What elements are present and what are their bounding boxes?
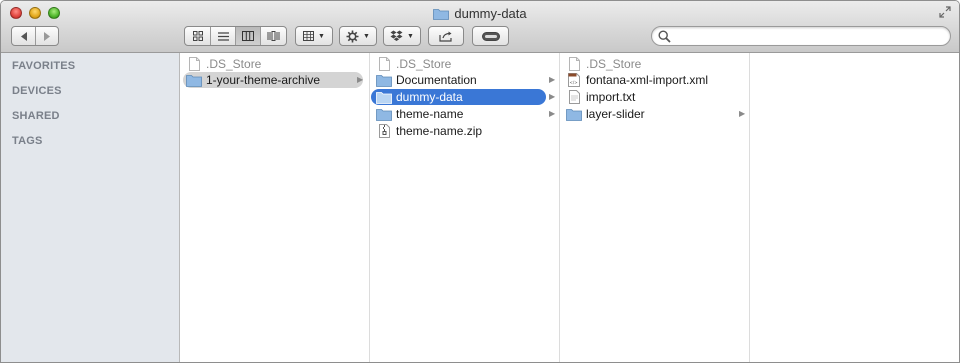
back-arrow-icon bbox=[20, 31, 27, 41]
folder-name: layer-slider bbox=[586, 107, 645, 121]
disclosure-arrow-icon: ▶ bbox=[549, 92, 556, 101]
folder-name: theme-name bbox=[396, 107, 464, 121]
folder-icon bbox=[376, 90, 392, 104]
browser-column-4 bbox=[750, 53, 959, 362]
arrange-icon bbox=[303, 31, 315, 41]
file-name: .DS_Store bbox=[206, 57, 262, 71]
list-item[interactable]: .DS_Store bbox=[371, 56, 549, 72]
list-item[interactable]: .DS_Store bbox=[183, 56, 363, 72]
file-name: theme-name.zip bbox=[396, 124, 483, 138]
folder-icon bbox=[376, 73, 392, 87]
folder-icon bbox=[566, 107, 582, 121]
document-icon bbox=[566, 57, 582, 71]
folder-name: 1-your-theme-archive bbox=[206, 73, 321, 87]
window-title-text: dummy-data bbox=[454, 6, 527, 21]
browser-column-2: .DS_Store Documentation ▶ dummy-data ▶ t… bbox=[370, 53, 560, 362]
folder-name: Documentation bbox=[396, 73, 477, 87]
icon-view-button[interactable] bbox=[185, 27, 211, 45]
chevron-down-icon: ▼ bbox=[363, 32, 370, 40]
toolbar: dummy-data ▼ ▼ ▼ bbox=[1, 1, 959, 53]
list-item[interactable]: theme-name bbox=[371, 106, 549, 122]
sidebar: FAVORITES DEVICES SHARED TAGS bbox=[1, 53, 180, 362]
disclosure-arrow-icon: ▶ bbox=[357, 75, 364, 84]
share-icon bbox=[439, 31, 452, 42]
arrange-button[interactable]: ▼ bbox=[295, 26, 333, 46]
sidebar-heading-shared[interactable]: SHARED bbox=[12, 110, 60, 122]
document-icon bbox=[376, 57, 392, 71]
disclosure-arrow-icon: ▶ bbox=[549, 75, 556, 84]
dropbox-button[interactable]: ▼ bbox=[383, 26, 421, 46]
tags-icon bbox=[481, 31, 500, 41]
document-icon bbox=[186, 57, 202, 71]
list-view-icon bbox=[217, 31, 229, 41]
browser-column-1: .DS_Store 1-your-theme-archive ▶ bbox=[180, 53, 370, 362]
cover-flow-view-button[interactable] bbox=[261, 27, 286, 45]
chevron-down-icon: ▼ bbox=[407, 32, 414, 40]
window-title: dummy-data bbox=[1, 5, 959, 22]
gear-icon bbox=[346, 30, 359, 42]
list-item[interactable]: Documentation bbox=[371, 72, 549, 88]
folder-icon bbox=[186, 73, 202, 87]
fullscreen-icon[interactable] bbox=[939, 6, 951, 18]
forward-arrow-icon bbox=[44, 31, 50, 41]
cover-flow-icon bbox=[267, 31, 280, 41]
zip-archive-icon bbox=[376, 124, 392, 138]
folder-name: dummy-data bbox=[396, 90, 463, 104]
list-item[interactable]: </> fontana-xml-import.xml bbox=[561, 72, 739, 88]
browser-column-3: .DS_Store </> fontana-xml-import.xml imp… bbox=[560, 53, 750, 362]
disclosure-arrow-icon: ▶ bbox=[549, 109, 556, 118]
list-item[interactable]: 1-your-theme-archive bbox=[183, 72, 363, 88]
view-mode-control bbox=[184, 26, 287, 46]
forward-button[interactable] bbox=[36, 27, 58, 45]
back-button[interactable] bbox=[12, 27, 36, 45]
share-button[interactable] bbox=[428, 26, 464, 46]
list-item[interactable]: theme-name.zip bbox=[371, 123, 549, 139]
disclosure-arrow-icon: ▶ bbox=[739, 109, 746, 118]
sidebar-heading-devices[interactable]: DEVICES bbox=[12, 85, 62, 97]
text-file-icon bbox=[566, 90, 582, 104]
sidebar-heading-favorites[interactable]: FAVORITES bbox=[12, 60, 75, 72]
dropbox-icon bbox=[390, 30, 403, 41]
file-name: import.txt bbox=[586, 90, 636, 104]
action-button[interactable]: ▼ bbox=[339, 26, 377, 46]
folder-icon bbox=[433, 8, 450, 20]
list-item[interactable]: layer-slider bbox=[561, 106, 739, 122]
tags-button[interactable] bbox=[472, 26, 509, 46]
chevron-down-icon: ▼ bbox=[318, 32, 325, 40]
search-icon bbox=[658, 30, 671, 43]
column-view-icon bbox=[242, 31, 254, 41]
svg-text:</>: </> bbox=[570, 80, 578, 85]
xml-file-icon: </> bbox=[566, 73, 582, 87]
search-input[interactable] bbox=[651, 26, 951, 46]
file-name: .DS_Store bbox=[586, 57, 642, 71]
folder-icon bbox=[376, 107, 392, 121]
sidebar-heading-tags[interactable]: TAGS bbox=[12, 135, 43, 147]
list-item[interactable]: import.txt bbox=[561, 89, 739, 105]
file-name: fontana-xml-import.xml bbox=[586, 73, 709, 87]
back-forward-control bbox=[11, 26, 59, 46]
column-view-button[interactable] bbox=[236, 27, 261, 45]
file-name: .DS_Store bbox=[396, 57, 452, 71]
finder-window: dummy-data ▼ ▼ ▼ FAVORITES DEVICES SHARE… bbox=[0, 0, 960, 363]
list-view-button[interactable] bbox=[211, 27, 236, 45]
icon-view-icon bbox=[192, 31, 203, 41]
list-item[interactable]: .DS_Store bbox=[561, 56, 739, 72]
list-item[interactable]: dummy-data bbox=[371, 89, 546, 105]
